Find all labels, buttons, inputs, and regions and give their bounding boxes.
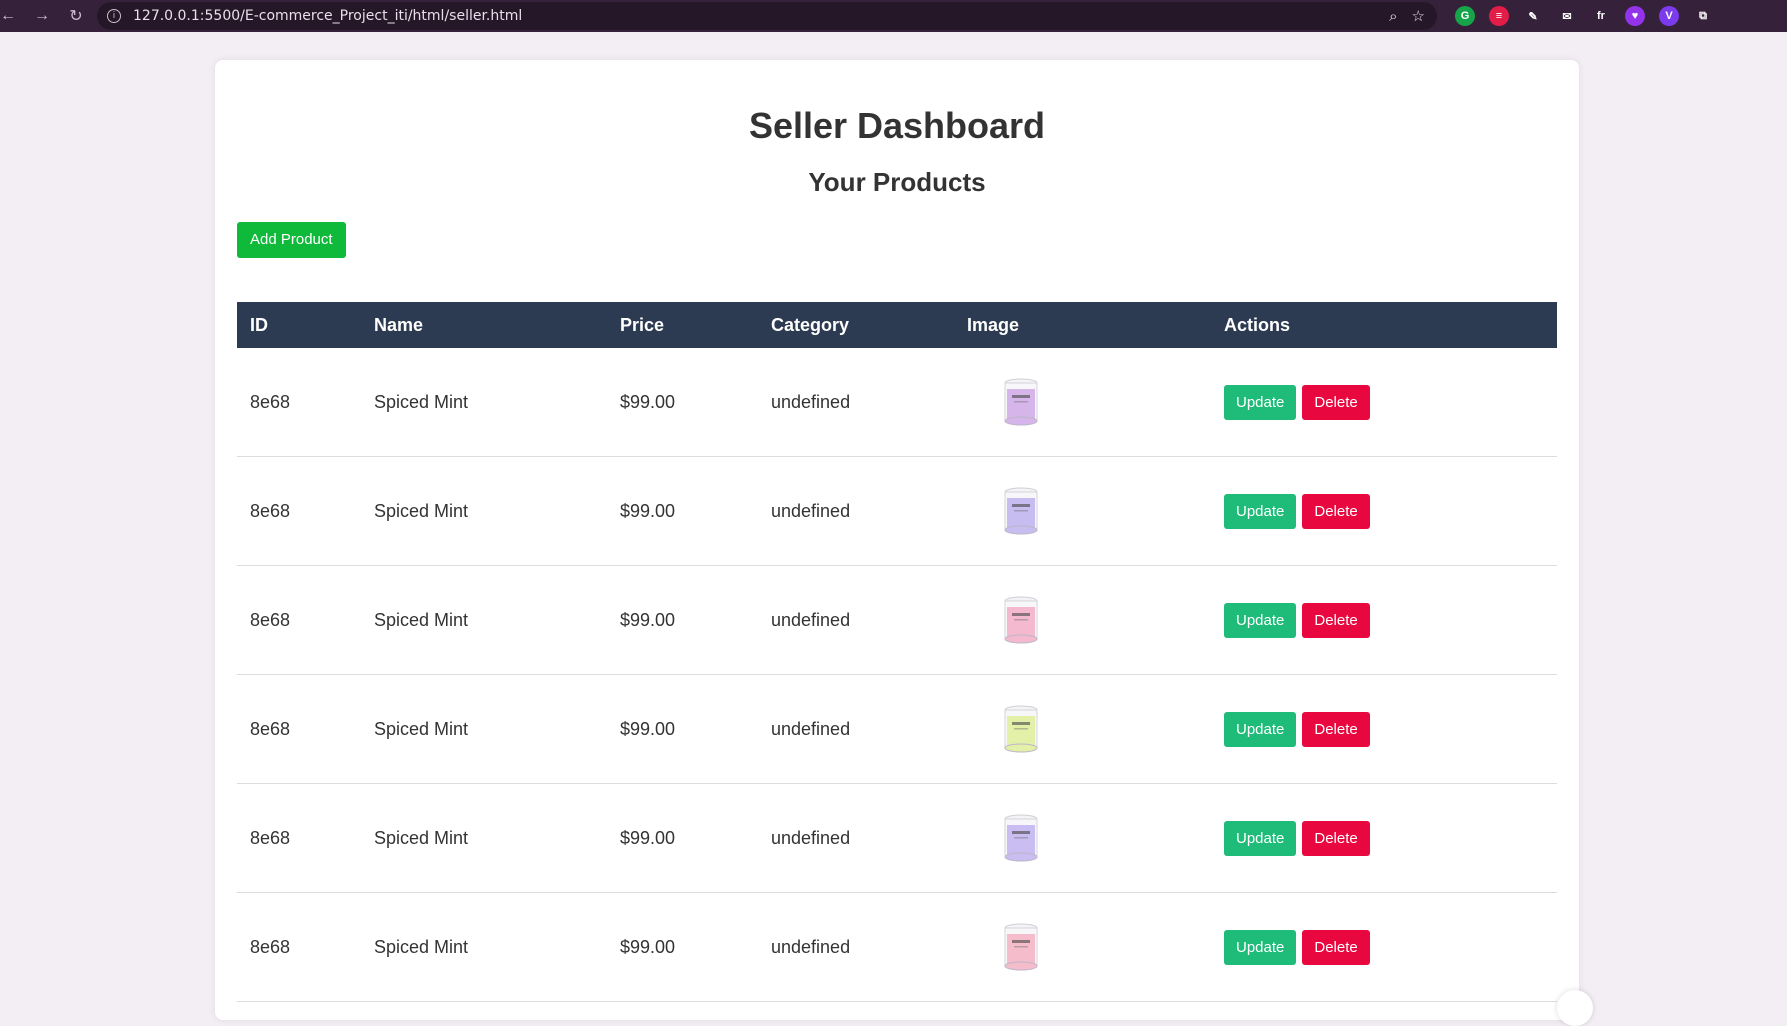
cell-name: Spiced Mint	[361, 565, 607, 675]
puzzle-icon[interactable]: ⧉	[1693, 6, 1713, 26]
cell-name: Spiced Mint	[361, 892, 607, 1002]
page-title: Seller Dashboard	[748, 105, 1046, 146]
cell-name: Spiced Mint	[361, 456, 607, 566]
fx-icon[interactable]: fr	[1591, 6, 1611, 26]
header-id: ID	[237, 302, 361, 348]
cell-price: $99.00	[607, 783, 758, 893]
grammarly-icon[interactable]: G	[1455, 6, 1475, 26]
cell-name: Spiced Mint	[361, 348, 607, 457]
update-button[interactable]: Update	[1224, 711, 1297, 747]
floating-widget[interactable]	[1557, 990, 1593, 1026]
dashboard-card: Seller Dashboard Your Products Add Produ…	[215, 60, 1593, 1026]
table-row: 8e68 Spiced Mint $99.00 undefined Update Dele…	[237, 892, 1557, 1002]
cell-category: undefined	[758, 456, 954, 566]
cell-id: 8e68	[237, 783, 361, 893]
cell-actions: Update Delete	[1211, 783, 1557, 893]
delete-button[interactable]: Delete	[1302, 493, 1370, 529]
update-button[interactable]: Update	[1224, 384, 1297, 420]
bookmark-star-icon[interactable]: ☆	[1412, 7, 1425, 25]
heart-extension-icon[interactable]: ♥	[1625, 6, 1645, 26]
cell-price: $99.00	[607, 674, 758, 784]
update-button[interactable]: Update	[1224, 493, 1297, 529]
product-image	[1003, 595, 1039, 645]
lastpass-icon[interactable]: ≡	[1489, 6, 1509, 26]
site-info-icon[interactable]: i	[107, 9, 121, 23]
back-icon[interactable]: ←	[0, 2, 22, 30]
update-button[interactable]: Update	[1224, 929, 1297, 965]
table-row: 8e68 Spiced Mint $99.00 undefined Update Dele…	[237, 783, 1557, 893]
cell-id: 8e68	[237, 892, 361, 1002]
table-row: 8e68 Spiced Mint $99.00 undefined Update Dele…	[237, 674, 1557, 784]
v-extension-icon[interactable]: V	[1659, 6, 1679, 26]
cell-category: undefined	[758, 565, 954, 675]
cell-category: undefined	[758, 674, 954, 784]
header-category: Category	[758, 302, 954, 348]
cell-price: $99.00	[607, 565, 758, 675]
cell-id: 8e68	[237, 348, 361, 457]
cell-image	[954, 348, 1211, 457]
browser-toolbar: ← → ↻ i 127.0.0.1:5500/E-commerce_Projec…	[0, 0, 1787, 32]
delete-button[interactable]: Delete	[1302, 711, 1370, 747]
zoom-icon[interactable]: ⌕	[1389, 8, 1397, 25]
add-product-button[interactable]: Add Product	[237, 222, 346, 258]
table-row: 8e68 Spiced Mint $99.00 undefined Update Dele…	[237, 456, 1557, 566]
header-image: Image	[954, 302, 1211, 348]
delete-button[interactable]: Delete	[1302, 820, 1370, 856]
delete-button[interactable]: Delete	[1302, 384, 1370, 420]
product-image	[1003, 704, 1039, 754]
cell-price: $99.00	[607, 348, 758, 457]
delete-button[interactable]: Delete	[1302, 602, 1370, 638]
update-button[interactable]: Update	[1224, 820, 1297, 856]
cell-image	[954, 783, 1211, 893]
cell-id: 8e68	[237, 674, 361, 784]
cell-price: $99.00	[607, 892, 758, 1002]
pen-icon[interactable]: ✎	[1523, 6, 1543, 26]
header-price: Price	[607, 302, 758, 348]
cell-actions: Update Delete	[1211, 674, 1557, 784]
cell-actions: Update Delete	[1211, 892, 1557, 1002]
cell-id: 8e68	[237, 565, 361, 675]
extensions-bar: G ≡ ✎ ✉ fr ♥ V ⧉	[1455, 0, 1713, 32]
product-image	[1003, 922, 1039, 972]
cell-name: Spiced Mint	[361, 783, 607, 893]
update-button[interactable]: Update	[1224, 602, 1297, 638]
cell-id: 8e68	[237, 456, 361, 566]
mail-icon[interactable]: ✉	[1557, 6, 1577, 26]
url-text[interactable]: 127.0.0.1:5500/E-commerce_Project_iti/ht…	[133, 8, 522, 24]
cell-image	[954, 456, 1211, 566]
table-row: 8e68 Spiced Mint $99.00 undefined Update Dele…	[237, 565, 1557, 675]
section-subtitle: Your Products	[808, 167, 986, 197]
cell-actions: Update Delete	[1211, 348, 1557, 457]
table-row: 8e68 Spiced Mint $99.00 undefined Update Dele…	[237, 348, 1557, 457]
product-image	[1003, 486, 1039, 536]
header-actions: Actions	[1211, 302, 1557, 348]
cell-category: undefined	[758, 892, 954, 1002]
cell-price: $99.00	[607, 456, 758, 566]
cell-category: undefined	[758, 783, 954, 893]
reload-icon[interactable]: ↻	[62, 2, 90, 30]
product-image	[1003, 813, 1039, 863]
cell-category: undefined	[758, 348, 954, 457]
table-header-row: ID Name Price Category Image Actions	[237, 302, 1557, 348]
product-image	[1003, 377, 1039, 427]
cell-image	[954, 674, 1211, 784]
delete-button[interactable]: Delete	[1302, 929, 1370, 965]
forward-icon[interactable]: →	[28, 2, 56, 30]
cell-actions: Update Delete	[1211, 565, 1557, 675]
cell-image	[954, 892, 1211, 1002]
cell-actions: Update Delete	[1211, 456, 1557, 566]
cell-name: Spiced Mint	[361, 674, 607, 784]
header-name: Name	[361, 302, 607, 348]
address-bar[interactable]: i 127.0.0.1:5500/E-commerce_Project_iti/…	[97, 2, 1437, 30]
products-table: ID Name Price Category Image Actions 8e6…	[237, 302, 1557, 1002]
cell-image	[954, 565, 1211, 675]
